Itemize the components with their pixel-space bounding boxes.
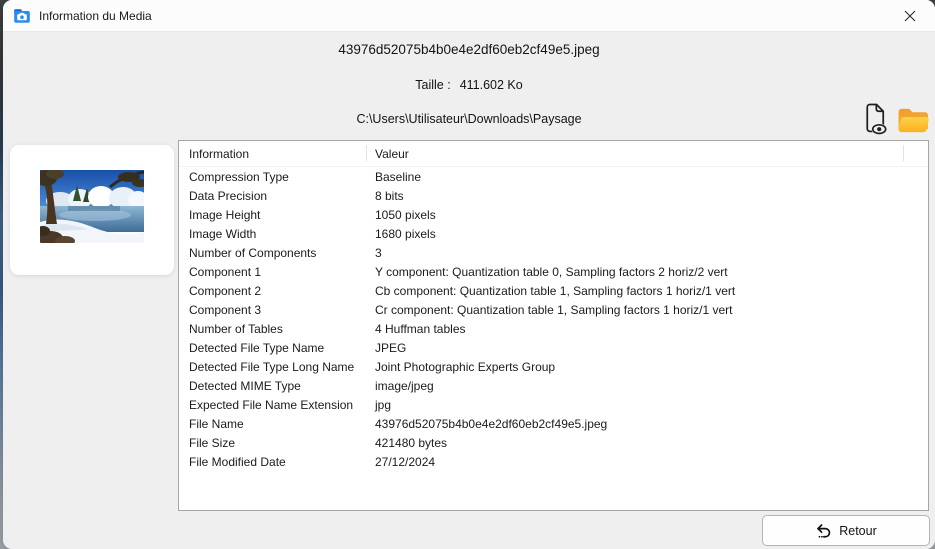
table-row[interactable]: Number of Components3 — [179, 243, 928, 262]
title-bar: Information du Media — [3, 0, 935, 32]
row-value: Y component: Quantization table 0, Sampl… — [367, 265, 904, 279]
row-value: 27/12/2024 — [367, 455, 904, 469]
file-size-value: 411.602 Ko — [460, 78, 523, 92]
table-row[interactable]: File Size421480 bytes — [179, 433, 928, 452]
row-label: Component 2 — [179, 284, 367, 298]
row-label: Detected File Type Name — [179, 341, 367, 355]
file-size-label: Taille : — [415, 78, 450, 92]
row-label: File Modified Date — [179, 455, 367, 469]
row-label: Component 3 — [179, 303, 367, 317]
row-label: Image Width — [179, 227, 367, 241]
row-label: Compression Type — [179, 170, 367, 184]
table-row[interactable]: Detected File Type Long NameJoint Photog… — [179, 357, 928, 376]
row-value: Baseline — [367, 170, 904, 184]
row-value: image/jpeg — [367, 379, 904, 393]
winter-landscape-thumbnail — [40, 170, 144, 243]
row-label: Detected File Type Long Name — [179, 360, 367, 374]
table-row[interactable]: File Name43976d52075b4b0e4e2df60eb2cf49e… — [179, 414, 928, 433]
open-folder-icon — [897, 107, 930, 134]
table-row[interactable]: Component 3Cr component: Quantization ta… — [179, 300, 928, 319]
media-info-dialog: Information du Media 43976d52075b4b0e4e2… — [3, 0, 935, 549]
table-row[interactable]: Number of Tables4 Huffman tables — [179, 319, 928, 338]
row-value: Cb component: Quantization table 1, Samp… — [367, 284, 904, 298]
row-label: Expected File Name Extension — [179, 398, 367, 412]
table-row[interactable]: Compression TypeBaseline — [179, 167, 928, 186]
table-row[interactable]: Data Precision8 bits — [179, 186, 928, 205]
column-header-spacer — [904, 141, 928, 166]
table-row[interactable]: File Modified Date27/12/2024 — [179, 452, 928, 471]
file-name-heading: 43976d52075b4b0e4e2df60eb2cf49e5.jpeg — [3, 42, 935, 57]
back-button-label: Retour — [839, 524, 877, 538]
row-value: 4 Huffman tables — [367, 322, 904, 336]
table-row[interactable]: Image Height1050 pixels — [179, 205, 928, 224]
row-value: 1680 pixels — [367, 227, 904, 241]
table-row[interactable]: Detected File Type NameJPEG — [179, 338, 928, 357]
open-folder-button[interactable] — [895, 105, 932, 135]
undo-arrow-icon — [815, 522, 832, 539]
row-value: 421480 bytes — [367, 436, 904, 450]
table-header: Information Valeur — [179, 141, 928, 167]
table-body: Compression TypeBaselineData Precision8 … — [179, 167, 928, 471]
preview-file-button[interactable] — [858, 101, 892, 139]
table-row[interactable]: Component 1Y component: Quantization tab… — [179, 262, 928, 281]
column-header-valeur[interactable]: Valeur — [367, 141, 904, 166]
media-folder-icon — [13, 7, 31, 25]
row-value: Joint Photographic Experts Group — [367, 360, 904, 374]
row-value: jpg — [367, 398, 904, 412]
row-label: Image Height — [179, 208, 367, 222]
thumbnail-card — [10, 145, 174, 275]
row-value: Cr component: Quantization table 1, Samp… — [367, 303, 904, 317]
row-value: 43976d52075b4b0e4e2df60eb2cf49e5.jpeg — [367, 417, 904, 431]
row-value: JPEG — [367, 341, 904, 355]
table-row[interactable]: Image Width1680 pixels — [179, 224, 928, 243]
table-row[interactable]: Expected File Name Extensionjpg — [179, 395, 928, 414]
row-label: Component 1 — [179, 265, 367, 279]
row-label: Detected MIME Type — [179, 379, 367, 393]
window-title: Information du Media — [39, 9, 152, 23]
file-size-line: Taille : 411.602 Ko — [3, 78, 935, 92]
column-header-information[interactable]: Information — [179, 141, 367, 166]
row-label: File Name — [179, 417, 367, 431]
file-path: C:\Users\Utilisateur\Downloads\Paysage — [3, 112, 935, 126]
close-icon — [904, 10, 916, 22]
row-value: 1050 pixels — [367, 208, 904, 222]
row-value: 8 bits — [367, 189, 904, 203]
back-button[interactable]: Retour — [762, 515, 930, 546]
row-label: File Size — [179, 436, 367, 450]
close-button[interactable] — [889, 0, 931, 32]
row-label: Number of Tables — [179, 322, 367, 336]
row-label: Number of Components — [179, 246, 367, 260]
table-row[interactable]: Detected MIME Typeimage/jpeg — [179, 376, 928, 395]
row-value: 3 — [367, 246, 904, 260]
table-row[interactable]: Component 2Cb component: Quantization ta… — [179, 281, 928, 300]
file-preview-icon — [861, 103, 890, 137]
row-label: Data Precision — [179, 189, 367, 203]
info-table: Information Valeur Compression TypeBasel… — [178, 140, 929, 511]
